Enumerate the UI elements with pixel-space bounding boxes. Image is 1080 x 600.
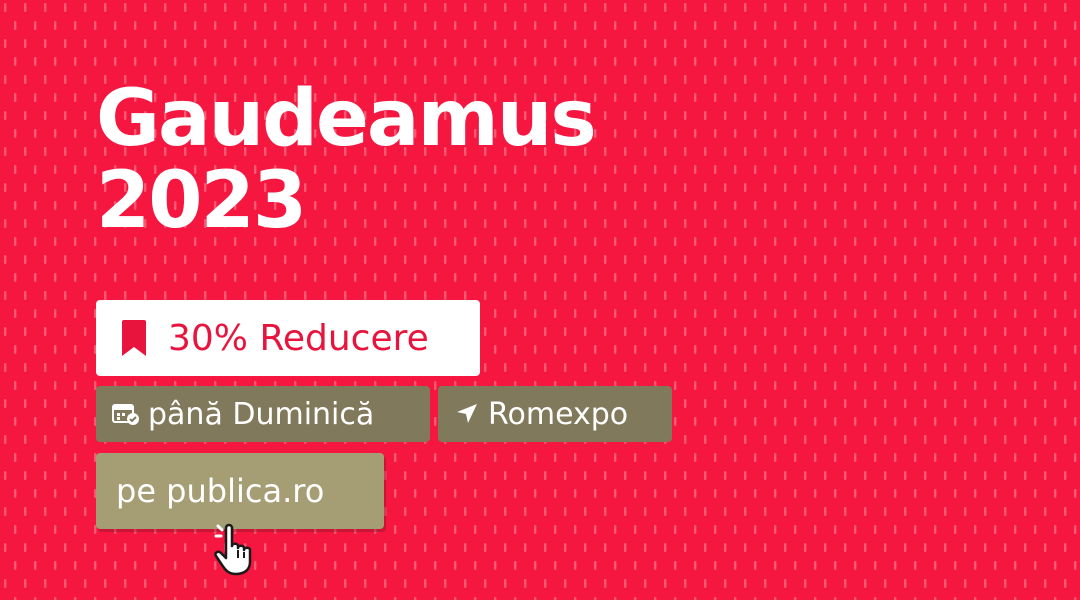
hand-pointer-icon bbox=[214, 523, 252, 576]
date-label: până Duminică bbox=[148, 396, 375, 432]
location-label: Romexpo bbox=[488, 396, 629, 432]
calendar-check-icon bbox=[112, 404, 139, 425]
title-line-2: 2023 bbox=[96, 156, 307, 246]
date-badge: până Duminică bbox=[96, 386, 430, 442]
title-line-1: Gaudeamus bbox=[96, 74, 597, 164]
location-badge: Romexpo bbox=[438, 386, 672, 442]
page-title: Gaudeamus 2023 bbox=[96, 74, 597, 246]
publica-link-button[interactable]: pe publica.ro bbox=[96, 453, 384, 529]
title-block: Gaudeamus 2023 bbox=[96, 74, 597, 246]
discount-label: 30% Reducere bbox=[168, 317, 429, 359]
navigation-arrow-icon bbox=[457, 404, 477, 423]
bookmark-icon bbox=[122, 320, 146, 356]
cta-label: pe publica.ro bbox=[116, 472, 325, 510]
discount-badge: 30% Reducere bbox=[96, 300, 480, 376]
